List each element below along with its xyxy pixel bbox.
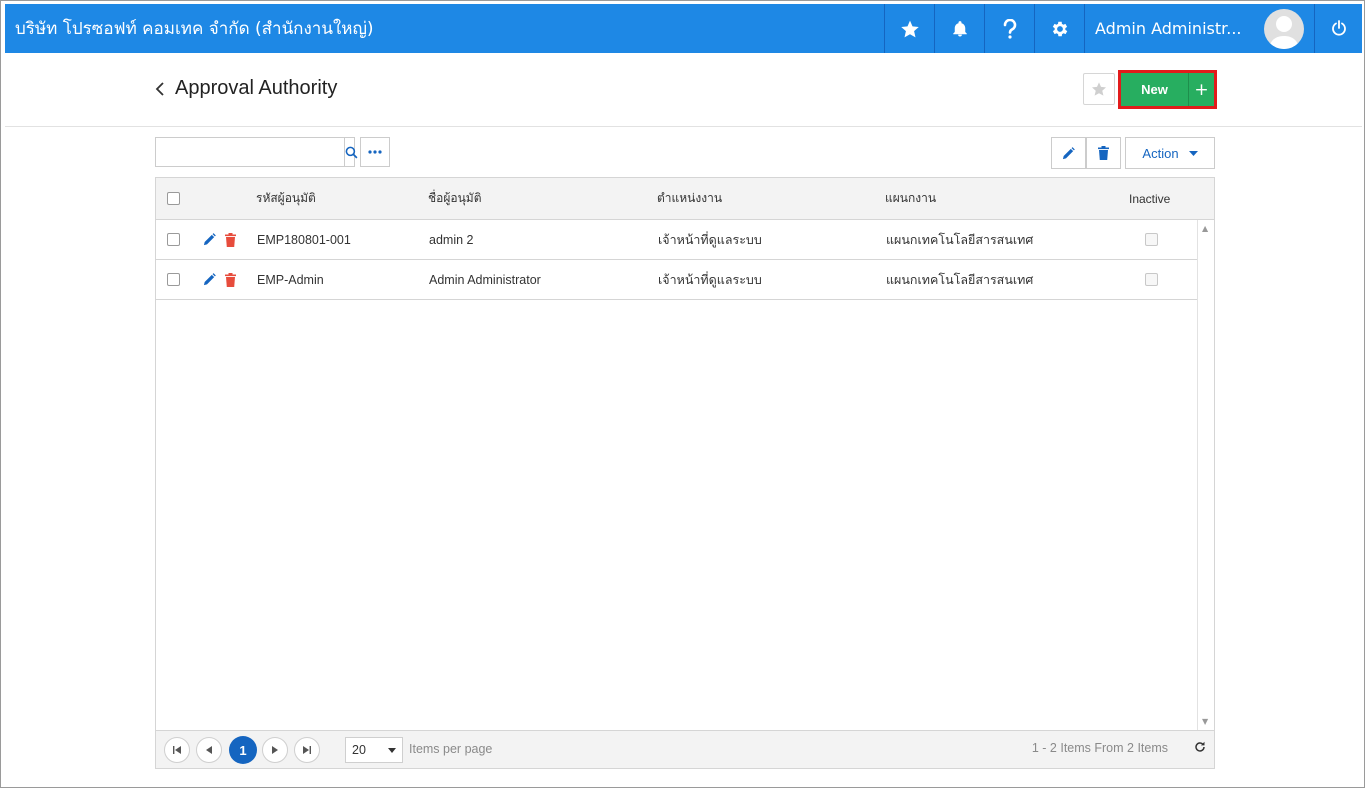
cell-code: EMP-Admin [257,272,324,287]
trash-icon[interactable] [225,232,236,247]
cell-department: แผนกเทคโนโลยีสารสนเทศ [886,272,1034,287]
settings-button[interactable] [1034,4,1084,53]
prev-page-button[interactable] [196,737,222,763]
top-bar: บริษัท โปรซอฟท์ คอมเทค จำกัด (สำนักงานให… [5,4,1362,53]
user-silhouette-icon [1269,15,1299,49]
column-header-position[interactable]: ตำแหน่งงาน [657,178,722,219]
select-all-cell [167,178,180,219]
help-button[interactable] [984,4,1034,53]
page-size-select[interactable]: 20 [345,737,403,763]
search-box [155,137,358,167]
advanced-search-button[interactable] [360,137,390,167]
new-button[interactable]: New [1121,73,1189,106]
first-page-icon [173,746,181,754]
pencil-icon[interactable] [203,273,216,286]
pager: 1 20 Items per page 1 - 2 Items From 2 I… [156,730,1214,768]
power-icon [1331,20,1346,36]
help-icon [1003,18,1016,39]
new-button-group: New + [1118,70,1217,109]
cell-name: admin 2 [429,232,474,247]
scroll-down-arrow-icon[interactable]: ▼ [1202,717,1208,726]
action-label: Action [1142,145,1179,161]
refresh-icon [1195,741,1205,752]
pencil-icon [1062,146,1075,159]
inactive-checkbox [1145,273,1158,286]
column-header-name[interactable]: ชื่อผู้อนุมัติ [428,178,482,219]
caret-down-icon [1188,150,1198,156]
pencil-icon[interactable] [203,233,216,246]
logout-button[interactable] [1314,4,1362,53]
pager-info: 1 - 2 Items From 2 Items [1031,741,1168,755]
search-icon [345,146,358,158]
star-icon [900,20,919,37]
back-icon[interactable] [155,81,165,97]
cell-department: แผนกเทคโนโลยีสารสนเทศ [886,232,1034,247]
more-dots-icon [368,150,382,154]
items-per-page-label: Items per page [409,742,493,756]
first-page-button[interactable] [164,737,190,763]
page-title: Approval Authority [175,77,338,99]
scroll-up-arrow-icon[interactable]: ▲ [1202,224,1208,233]
company-name: บริษัท โปรซอฟท์ คอมเทค จำกัด (สำนักงานให… [15,19,374,39]
cell-position: เจ้าหน้าที่ดูแลระบบ [658,272,762,287]
favorites-button[interactable] [884,4,934,53]
add-favorite-button[interactable] [1083,73,1115,105]
row-checkbox[interactable] [167,273,180,286]
current-page-button[interactable]: 1 [229,736,257,764]
cell-position: เจ้าหน้าที่ดูแลระบบ [658,232,762,247]
row-checkbox[interactable] [167,233,180,246]
cell-name: Admin Administrator [429,272,541,287]
caret-down-icon [388,747,396,753]
refresh-button[interactable] [1194,741,1206,756]
gear-icon [1052,21,1067,36]
trash-icon [1098,146,1109,160]
data-grid: รหัสผู้อนุมัติ ชื่อผู้อนุมัติ ตำแหน่งงาน… [155,177,1215,769]
table-row[interactable]: EMP180801-001 admin 2 เจ้าหน้าที่ดูแลระบ… [156,220,1197,260]
bell-icon [952,20,967,36]
delete-button[interactable] [1086,137,1121,169]
inactive-checkbox [1145,233,1158,246]
select-all-checkbox[interactable] [167,192,180,205]
last-page-icon [303,746,311,754]
next-page-icon [272,746,278,754]
column-header-department[interactable]: แผนกงาน [885,178,936,219]
page-size-value: 20 [352,743,366,757]
vertical-scrollbar[interactable]: ▲ ▼ [1197,220,1214,730]
edit-button[interactable] [1051,137,1086,169]
user-menu[interactable]: Admin Administr... [1084,4,1314,53]
notifications-button[interactable] [934,4,984,53]
grid-body: EMP180801-001 admin 2 เจ้าหน้าที่ดูแลระบ… [156,220,1214,730]
avatar [1264,8,1304,49]
cell-code: EMP180801-001 [257,232,351,247]
table-row[interactable]: EMP-Admin Admin Administrator เจ้าหน้าที… [156,260,1197,300]
action-dropdown[interactable]: Action [1125,137,1215,169]
page-header: Approval Authority New + [5,53,1362,127]
column-header-inactive[interactable]: Inactive [1129,178,1170,219]
star-icon [1092,82,1106,96]
user-name: Admin Administr... [1095,19,1242,38]
trash-icon[interactable] [225,272,236,287]
search-button[interactable] [344,138,358,166]
prev-page-icon [206,746,212,754]
column-header-code[interactable]: รหัสผู้อนุมัติ [256,178,316,219]
new-dropdown-button[interactable]: + [1189,73,1214,106]
last-page-button[interactable] [294,737,320,763]
next-page-button[interactable] [262,737,288,763]
search-input[interactable] [156,138,344,166]
grid-header: รหัสผู้อนุมัติ ชื่อผู้อนุมัติ ตำแหน่งงาน… [156,178,1214,220]
